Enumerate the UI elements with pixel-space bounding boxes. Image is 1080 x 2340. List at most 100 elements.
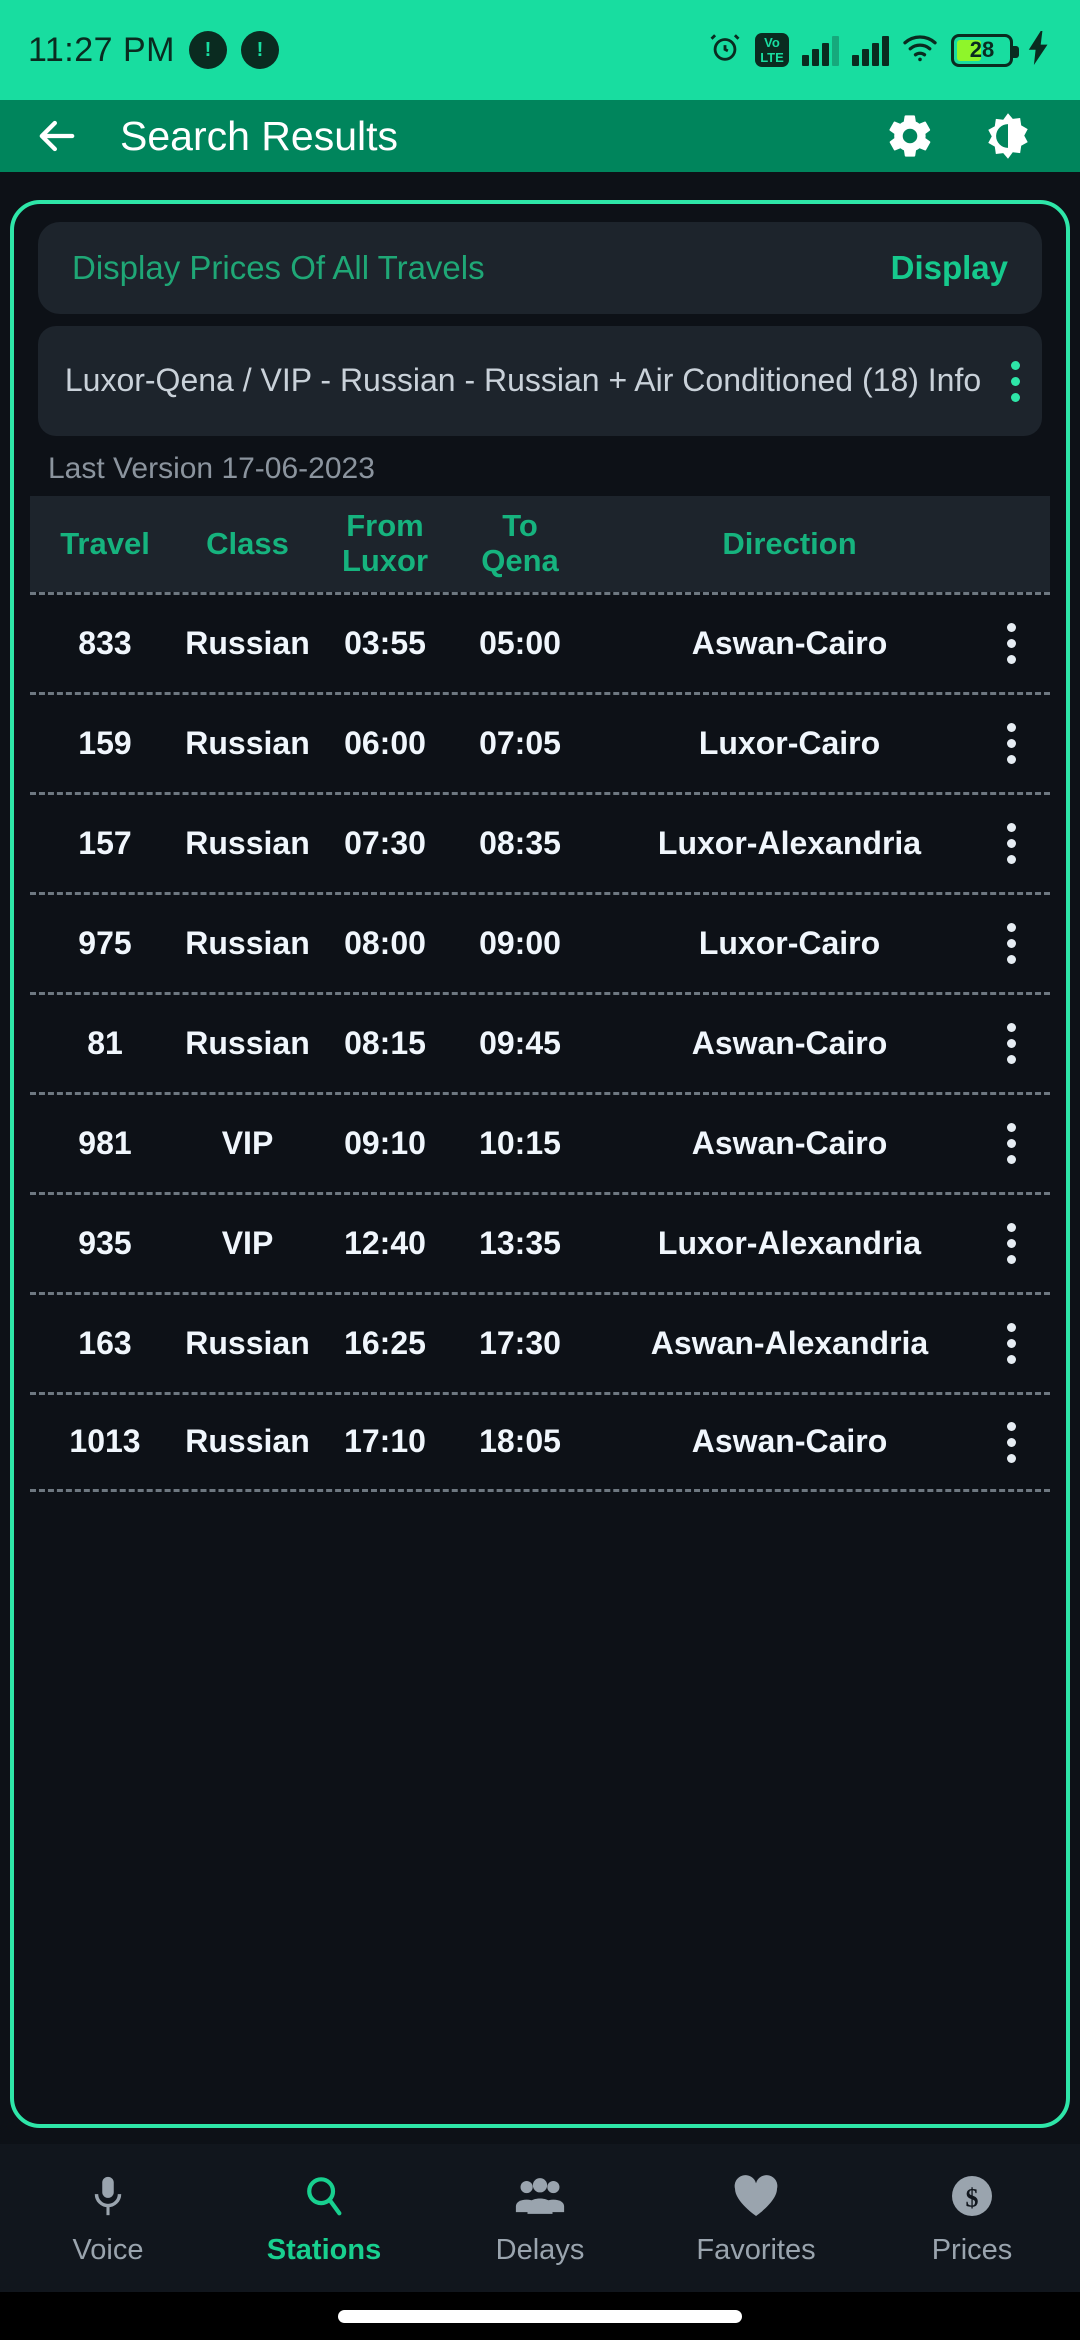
volte-label-bottom: LTE [760, 50, 784, 65]
table-body: 833 Russian 03:55 05:00 Aswan-Cairo 159 … [30, 592, 1050, 1492]
cell-travel: 157 [78, 824, 132, 861]
table-header-row: Travel Class From Luxor To Qena Directio… [30, 496, 1050, 592]
table-row[interactable]: 935 VIP 12:40 13:35 Luxor-Alexandria [30, 1192, 1050, 1292]
nav-item-voice[interactable]: Voice [0, 2170, 216, 2267]
app-screen: 11:27 PM ! ! Vo LTE 28 Search Results Di… [0, 0, 1080, 2340]
row-kebab-menu-icon[interactable] [994, 723, 1028, 764]
home-indicator[interactable] [338, 2309, 742, 2323]
cell-travel: 833 [78, 624, 132, 661]
brightness-contrast-icon[interactable] [982, 110, 1034, 162]
cell-travel: 163 [78, 1324, 132, 1361]
cell-travel: 935 [78, 1224, 132, 1261]
dollar-circle-icon: $ [948, 2170, 996, 2222]
cell-class: Russian [185, 1423, 310, 1460]
column-header-from: From Luxor [341, 508, 429, 578]
row-kebab-menu-icon[interactable] [994, 823, 1028, 864]
row-kebab-menu-icon[interactable] [994, 623, 1028, 664]
app-bar: Search Results [0, 100, 1080, 172]
cell-from: 12:40 [344, 1224, 426, 1261]
cell-from: 06:00 [344, 724, 426, 761]
column-header-direction: Direction [722, 525, 857, 561]
status-bar-left: 11:27 PM ! ! [28, 30, 280, 70]
page-title: Search Results [120, 112, 399, 159]
alarm-icon [708, 31, 742, 70]
heart-icon [732, 2170, 780, 2222]
cell-to: 05:00 [479, 624, 561, 661]
volte-label-top: Vo [764, 35, 780, 50]
cell-to: 13:35 [479, 1224, 561, 1261]
app-bar-actions [884, 110, 1050, 162]
cell-to: 07:05 [479, 724, 561, 761]
cell-from: 08:00 [344, 924, 426, 961]
cell-class: Russian [185, 924, 310, 961]
table-row[interactable]: 163 Russian 16:25 17:30 Aswan-Alexandria [30, 1292, 1050, 1392]
status-bar-clock: 11:27 PM [28, 30, 176, 69]
table-row[interactable]: 157 Russian 07:30 08:35 Luxor-Alexandria [30, 792, 1050, 892]
cell-to: 10:15 [479, 1124, 561, 1161]
signal-bars-sim1-icon [802, 34, 839, 66]
cell-to: 09:00 [479, 924, 561, 961]
cell-to: 17:30 [479, 1324, 561, 1361]
cell-direction: Luxor-Cairo [698, 724, 881, 761]
table-row[interactable]: 159 Russian 06:00 07:05 Luxor-Cairo [30, 692, 1050, 792]
battery-percent: 28 [969, 37, 995, 62]
cell-class: Russian [185, 1324, 310, 1361]
microphone-icon [85, 2170, 131, 2222]
cell-direction: Luxor-Alexandria [657, 1224, 922, 1261]
bottom-navigation: Voice Stations Delays Favorites $ Prices [0, 2144, 1080, 2292]
cell-travel: 981 [78, 1124, 132, 1161]
nav-item-stations[interactable]: Stations [216, 2170, 432, 2267]
cell-class: VIP [221, 1124, 274, 1161]
table-row[interactable]: 833 Russian 03:55 05:00 Aswan-Cairo [30, 592, 1050, 692]
cell-travel: 159 [78, 724, 132, 761]
gear-icon[interactable] [884, 110, 936, 162]
battery-icon: 28 [951, 33, 1019, 67]
row-kebab-menu-icon[interactable] [994, 1223, 1028, 1264]
dnd-icon-2: ! [241, 31, 280, 69]
cell-direction: Aswan-Cairo [691, 1423, 888, 1460]
route-header[interactable]: Luxor-Qena / VIP - Russian - Russian + A… [38, 326, 1042, 436]
cell-class: Russian [185, 1024, 310, 1061]
cell-from: 16:25 [344, 1324, 426, 1361]
nav-item-prices[interactable]: $ Prices [864, 2170, 1080, 2267]
row-kebab-menu-icon[interactable] [994, 1323, 1028, 1364]
wifi-icon [902, 33, 938, 68]
cell-class: VIP [221, 1224, 274, 1261]
row-kebab-menu-icon[interactable] [994, 923, 1028, 964]
table-row[interactable]: 1013 Russian 17:10 18:05 Aswan-Cairo [30, 1392, 1050, 1492]
cell-from: 08:15 [344, 1024, 426, 1061]
display-prices-banner[interactable]: Display Prices Of All Travels Display [38, 222, 1042, 314]
cell-direction: Aswan-Cairo [691, 1124, 888, 1161]
cell-direction: Aswan-Cairo [691, 624, 888, 661]
nav-item-favorites[interactable]: Favorites [648, 2170, 864, 2267]
people-group-icon [515, 2170, 565, 2222]
back-button[interactable] [30, 109, 84, 163]
cell-travel: 1013 [69, 1423, 141, 1460]
cell-travel: 975 [78, 924, 132, 961]
column-header-travel: Travel [60, 525, 150, 561]
table-row[interactable]: 981 VIP 09:10 10:15 Aswan-Cairo [30, 1092, 1050, 1192]
table-row[interactable]: 975 Russian 08:00 09:00 Luxor-Cairo [30, 892, 1050, 992]
nav-label-prices: Prices [931, 2233, 1013, 2266]
route-header-text: Luxor-Qena / VIP - Russian - Russian + A… [64, 362, 982, 399]
display-prices-action[interactable]: Display [891, 249, 1008, 287]
route-kebab-menu-icon[interactable] [998, 360, 1032, 402]
row-kebab-menu-icon[interactable] [994, 1123, 1028, 1164]
cell-from: 09:10 [344, 1124, 426, 1161]
cell-from: 17:10 [344, 1423, 426, 1460]
row-kebab-menu-icon[interactable] [994, 1023, 1028, 1064]
display-prices-label: Display Prices Of All Travels [72, 249, 485, 286]
search-icon [301, 2170, 347, 2222]
status-bar-right: Vo LTE 28 [708, 30, 1052, 70]
charging-bolt-icon [1026, 30, 1052, 70]
main-content: Display Prices Of All Travels Display Lu… [0, 172, 1080, 2144]
cell-from: 03:55 [344, 624, 426, 661]
row-kebab-menu-icon[interactable] [994, 1421, 1028, 1463]
table-row[interactable]: 81 Russian 08:15 09:45 Aswan-Cairo [30, 992, 1050, 1092]
cell-direction: Aswan-Cairo [691, 1024, 888, 1061]
nav-item-delays[interactable]: Delays [432, 2170, 648, 2267]
cell-direction: Luxor-Alexandria [657, 824, 922, 861]
signal-bars-sim2-icon [852, 34, 889, 66]
last-version-label: Last Version 17-06-2023 [48, 452, 375, 485]
nav-label-favorites: Favorites [696, 2233, 816, 2266]
